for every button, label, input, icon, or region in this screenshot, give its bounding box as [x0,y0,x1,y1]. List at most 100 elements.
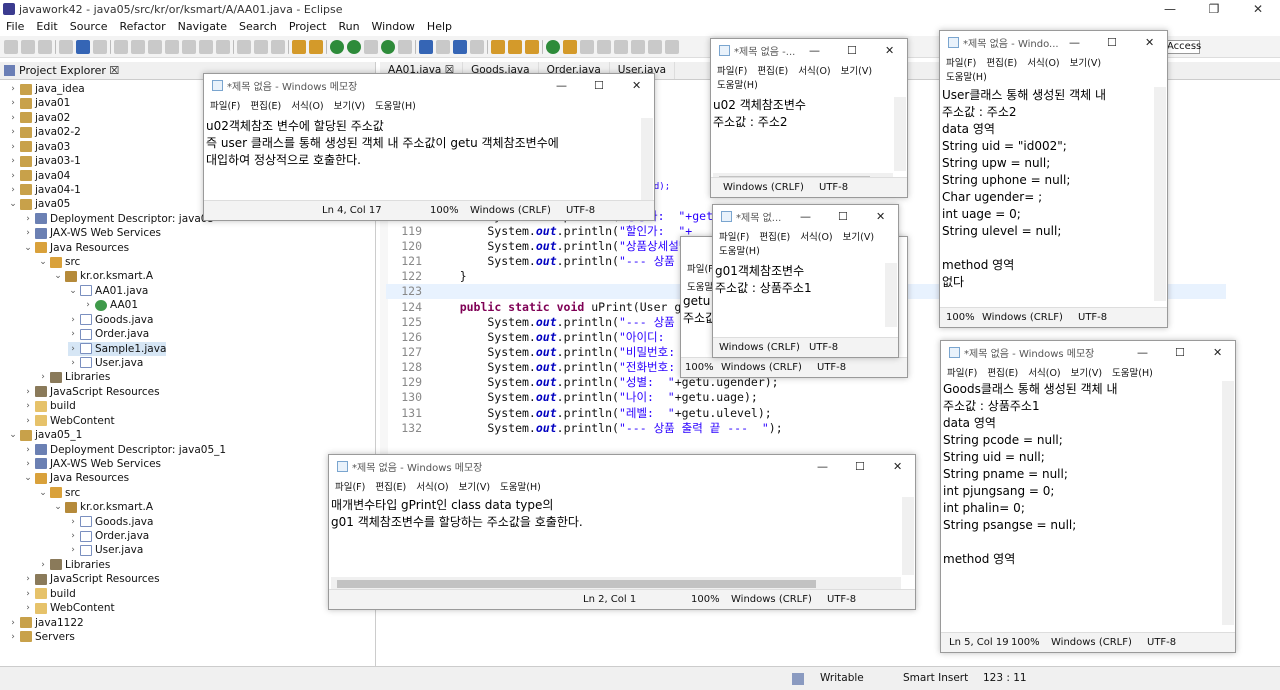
tree-item[interactable]: › Deployment Descriptor: java05 [23,212,214,226]
notepad-menu-item[interactable]: 도움말(H) [500,479,541,493]
restore-icon[interactable]: ❐ [1192,0,1236,18]
tree-item[interactable]: › Servers [8,630,75,644]
notepad-menu-item[interactable]: 보기(V) [1071,365,1102,379]
menu-file[interactable]: File [0,20,30,33]
tree-item[interactable]: › Deployment Descriptor: java05_1 [23,443,226,457]
expand-toggle-icon[interactable]: ⌄ [38,257,48,267]
expand-toggle-icon[interactable]: ⌄ [23,473,33,483]
tree-item[interactable]: ⌄ java05_1 [8,428,82,442]
close-icon[interactable]: ✕ [1213,341,1222,363]
toolbar-button-icon[interactable] [21,39,35,54]
vertical-scrollbar[interactable] [641,118,653,202]
notepad-menu-item[interactable]: 파일(F) [946,55,976,69]
expand-toggle-icon[interactable]: › [68,344,78,354]
notepad-menu-item[interactable]: 보기(V) [1070,55,1101,69]
tree-item[interactable]: › JAX-WS Web Services [23,226,161,240]
minimize-icon[interactable]: — [556,74,567,96]
toolbar-button-icon[interactable] [309,39,323,54]
close-icon[interactable]: ✕ [893,455,902,477]
toolbar-button-icon[interactable] [271,39,285,54]
toolbar-button-icon[interactable] [665,39,679,54]
toolbar-button-icon[interactable] [199,39,213,54]
minimize-icon[interactable]: — [817,455,828,477]
notepad-text-area[interactable]: 매개변수타입 gPrint인 class data type의 g01 객체참조… [331,497,901,575]
notepad-menu-item[interactable]: 편집(E) [759,229,790,243]
vertical-scrollbar[interactable] [902,497,914,575]
tree-item[interactable]: ⌄ Java Resources [23,241,129,255]
expand-toggle-icon[interactable]: › [8,632,18,642]
notepad-menu-item[interactable]: 보기(V) [334,98,365,112]
tree-item[interactable]: › java04 [8,169,70,183]
notepad-menu-item[interactable]: 서식(O) [1027,55,1059,69]
notepad-text-area[interactable]: User클래스 통해 생성된 객체 내 주소값 : 주소2 data 영역 St… [942,87,1153,297]
toolbar-button-icon[interactable] [364,39,378,54]
expand-toggle-icon[interactable]: › [68,329,78,339]
close-icon[interactable]: ✕ [632,74,641,96]
notepad-titlebar[interactable]: *제목 없음 - Windo... [940,31,1167,53]
vertical-scrollbar[interactable] [1154,87,1166,301]
toolbar-button-icon[interactable] [131,39,145,54]
close-icon[interactable]: ✕ [885,39,894,61]
toolbar-button-icon[interactable] [631,39,645,54]
notepad-menu-item[interactable]: 파일(F) [717,63,747,77]
menu-edit[interactable]: Edit [30,20,63,33]
maximize-icon[interactable]: ☐ [838,205,848,227]
tree-item[interactable]: › WebContent [23,601,114,615]
menu-navigate[interactable]: Navigate [172,20,233,33]
notepad-menu-item[interactable]: 서식(O) [291,98,323,112]
toolbar-button-icon[interactable] [38,39,52,54]
toolbar-button-icon[interactable] [525,39,539,54]
notepad-menu-item[interactable]: 파일(F) [335,479,365,493]
notepad-window[interactable]: *제목 없음 -... — ☐ ✕ 파일(F) 편집(E) 서식(O) 보기(V) 도움말(H)… [710,38,908,198]
notepad-menu-item[interactable]: 파일(F) [719,229,749,243]
notepad-text-area[interactable]: u02객체참조 변수에 할당된 주소값 즉 user 클래스를 통해 생성된 객… [206,118,640,198]
notepad-text-area[interactable]: Goods클래스 통해 생성된 객체 내 주소값 : 상품주소1 data 영역… [943,381,1221,621]
tree-item[interactable]: ⌄ kr.or.ksmart.A [53,500,153,514]
toolbar-button-icon[interactable] [436,39,450,54]
toolbar-button-icon[interactable] [648,39,662,54]
maximize-icon[interactable]: ☐ [1175,341,1185,363]
toolbar-button-icon[interactable] [148,39,162,54]
expand-toggle-icon[interactable]: › [68,545,78,555]
notepad-titlebar[interactable]: *제목 없음 - Windows 메모장 [204,74,654,96]
notepad-window[interactable]: *제목 없... — ☐ ✕ 파일(F) 편집(E) 서식(O) 보기(V) 도움말(H) g01… [712,204,899,358]
toolbar-button-icon[interactable] [182,39,196,54]
tree-item[interactable]: ⌄ src [38,486,80,500]
expand-toggle-icon[interactable]: ⌄ [8,199,18,209]
menu-source[interactable]: Source [64,20,114,33]
tree-item[interactable]: › java01 [8,96,70,110]
expand-toggle-icon[interactable]: ⌄ [38,488,48,498]
expand-toggle-icon[interactable]: › [23,387,33,397]
tree-item[interactable]: › Goods.java [68,313,153,327]
tree-item[interactable]: › Libraries [38,370,110,384]
toolbar-button-icon[interactable] [216,39,230,54]
tree-item[interactable]: › Goods.java [68,515,153,529]
tree-item[interactable]: › java04-1 [8,183,81,197]
toolbar-button-icon[interactable] [59,39,73,54]
toolbar-button-icon[interactable] [4,39,18,54]
minimize-icon[interactable]: — [809,39,820,61]
notepad-menu-item[interactable]: 편집(E) [250,98,281,112]
notepad-window[interactable]: *제목 없음 - Windows 메모장 — ☐ ✕ 파일(F) 편집(E) 서식(O) 보기… [203,73,655,221]
close-icon[interactable]: ✕ [1236,0,1280,18]
maximize-icon[interactable]: ☐ [847,39,857,61]
notepad-menu-item[interactable]: 서식(O) [800,229,832,243]
toolbar-button-icon[interactable] [546,39,560,54]
expand-toggle-icon[interactable]: › [68,517,78,527]
expand-toggle-icon[interactable]: › [68,315,78,325]
tree-item[interactable]: › java03-1 [8,154,81,168]
maximize-icon[interactable]: ☐ [594,74,604,96]
tree-item[interactable]: › Sample1.java [68,341,167,356]
expand-toggle-icon[interactable]: › [83,300,93,310]
expand-toggle-icon[interactable]: › [38,372,48,382]
tree-item[interactable]: › build [23,587,76,601]
tree-item[interactable]: › WebContent [23,414,114,428]
toolbar-button-icon[interactable] [614,39,628,54]
menu-refactor[interactable]: Refactor [114,20,172,33]
expand-toggle-icon[interactable]: › [8,113,18,123]
menu-run[interactable]: Run [332,20,365,33]
toolbar-button-icon[interactable] [398,39,412,54]
minimize-icon[interactable]: — [1069,31,1080,53]
tree-item[interactable]: › java02-2 [8,125,81,139]
expand-toggle-icon[interactable]: › [38,560,48,570]
